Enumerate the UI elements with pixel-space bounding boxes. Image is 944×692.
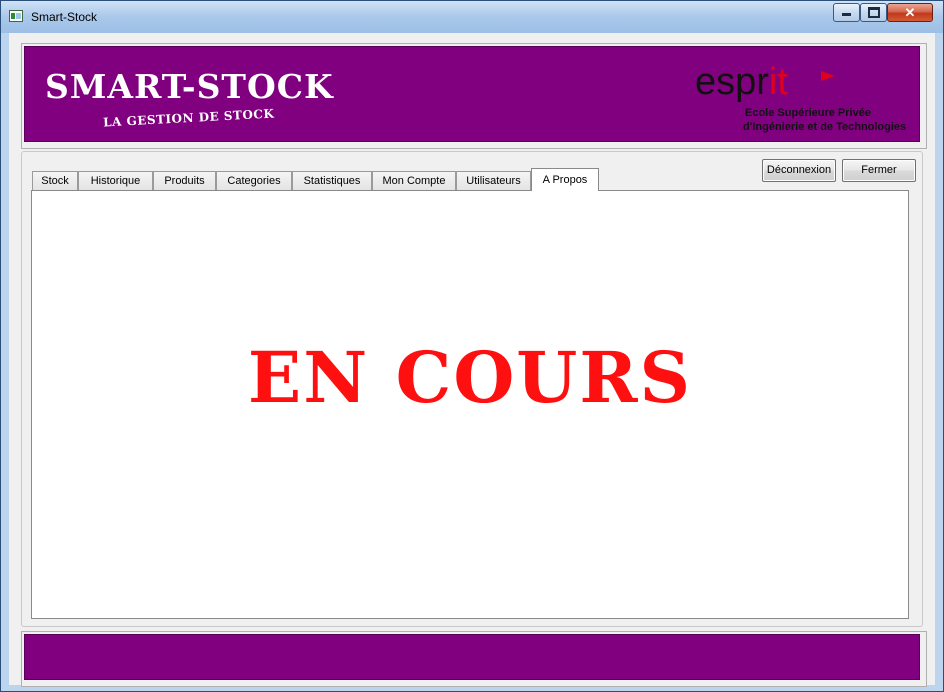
title-bar[interactable]: Smart-Stock ✕ bbox=[1, 1, 943, 33]
logout-button[interactable]: Déconnexion bbox=[762, 159, 836, 182]
window-title: Smart-Stock bbox=[31, 10, 98, 24]
partner-tagline-1: Ecole Supérieure Privée bbox=[745, 107, 871, 119]
partner-flag-icon bbox=[821, 71, 835, 81]
partner-logo-prefix: espr bbox=[695, 61, 769, 103]
partner-tagline-2: d'Ingénierie et de Technologies bbox=[743, 121, 907, 133]
close-icon: ✕ bbox=[904, 5, 916, 20]
minimize-icon bbox=[842, 13, 851, 16]
footer-banner bbox=[24, 634, 920, 680]
tab-stock[interactable]: Stock bbox=[32, 171, 78, 191]
header-banner: SMART-STOCK LA GESTION DE STOCK esprit E… bbox=[24, 46, 920, 142]
app-logo-subtitle: LA GESTION DE STOCK bbox=[102, 106, 275, 130]
status-banner: EN COURS bbox=[247, 336, 693, 419]
app-icon[interactable] bbox=[9, 10, 23, 22]
tab-a-propos[interactable]: A Propos bbox=[531, 168, 599, 191]
footer-panel bbox=[21, 631, 927, 687]
maximize-icon bbox=[867, 7, 880, 18]
close-window-button[interactable]: ✕ bbox=[887, 3, 933, 22]
close-button[interactable]: Fermer bbox=[842, 159, 916, 182]
client-area: SMART-STOCK LA GESTION DE STOCK esprit E… bbox=[9, 33, 935, 687]
app-logo-title: SMART-STOCK bbox=[45, 67, 334, 106]
maximize-button[interactable] bbox=[860, 3, 887, 22]
tab-produits[interactable]: Produits bbox=[153, 171, 216, 191]
partner-logo: esprit bbox=[695, 61, 788, 104]
minimize-button[interactable] bbox=[833, 3, 860, 22]
tab-content-a-propos: EN COURS bbox=[31, 190, 909, 619]
header-panel: SMART-STOCK LA GESTION DE STOCK esprit E… bbox=[21, 43, 927, 149]
tab-mon-compte[interactable]: Mon Compte bbox=[372, 171, 456, 191]
partner-logo-suffix: it bbox=[768, 61, 788, 103]
tab-utilisateurs[interactable]: Utilisateurs bbox=[456, 171, 531, 191]
app-window: Smart-Stock ✕ SMART-STOCK LA GESTION DE … bbox=[0, 0, 944, 692]
tab-statistiques[interactable]: Statistiques bbox=[292, 171, 372, 191]
tab-categories[interactable]: Categories bbox=[216, 171, 292, 191]
main-panel: Stock Historique Produits Categories Sta… bbox=[21, 151, 923, 627]
tab-historique[interactable]: Historique bbox=[78, 171, 153, 191]
